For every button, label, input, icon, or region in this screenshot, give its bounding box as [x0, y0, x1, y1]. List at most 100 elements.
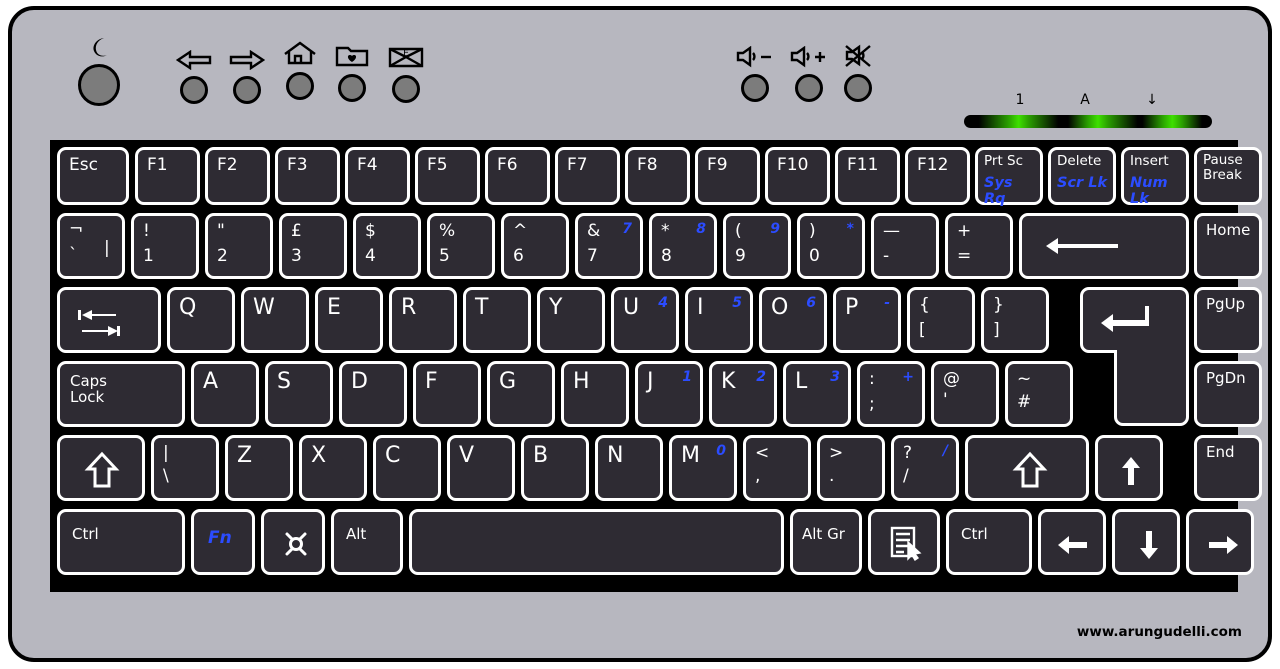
key-f11[interactable]: F11 — [835, 147, 900, 205]
key-f5[interactable]: F5 — [415, 147, 480, 205]
key-semicolon[interactable]: :; + — [857, 361, 925, 427]
mute-cap[interactable] — [844, 74, 872, 102]
key-d[interactable]: D — [339, 361, 407, 427]
key-1[interactable]: ! 1 — [131, 213, 199, 279]
key-p[interactable]: P- — [833, 287, 901, 353]
volume-down-button[interactable] — [735, 38, 775, 102]
key-arrow-left[interactable] — [1038, 509, 1106, 575]
key-ctrl-left[interactable]: Ctrl — [57, 509, 185, 575]
key-esc[interactable]: Esc — [57, 147, 129, 205]
key-9[interactable]: (9 9 — [723, 213, 791, 279]
back-button[interactable] — [176, 40, 212, 104]
key-end[interactable]: End — [1194, 435, 1262, 501]
key-f8[interactable]: F8 — [625, 147, 690, 205]
key-arrow-right[interactable] — [1186, 509, 1254, 575]
volume-up-button[interactable] — [789, 38, 829, 102]
key-fn[interactable]: Fn — [191, 509, 255, 575]
key-8[interactable]: * 8 8 — [649, 213, 717, 279]
key-bracket-left[interactable]: {[ — [907, 287, 975, 353]
key-f7[interactable]: F7 — [555, 147, 620, 205]
key-shift-right[interactable] — [965, 435, 1089, 501]
key-home[interactable]: Home — [1194, 213, 1262, 279]
mute-button[interactable] — [843, 38, 873, 102]
key-insert[interactable]: Insert Num Lk — [1121, 147, 1189, 207]
power-button[interactable] — [78, 32, 120, 106]
key-alt-left[interactable]: Alt — [331, 509, 403, 575]
key-v[interactable]: V — [447, 435, 515, 501]
key-tab[interactable] — [57, 287, 161, 353]
home-button-cap[interactable] — [286, 72, 314, 100]
key-arrow-up[interactable] — [1095, 435, 1163, 501]
favorites-button-cap[interactable] — [338, 74, 366, 102]
key-enter-stem[interactable] — [1114, 353, 1189, 426]
key-slash[interactable]: ? / / — [891, 435, 959, 501]
key-backspace[interactable] — [1019, 213, 1189, 279]
key-r[interactable]: R — [389, 287, 457, 353]
key-o[interactable]: O6 — [759, 287, 827, 353]
key-shift-left[interactable] — [57, 435, 145, 501]
volume-down-cap[interactable] — [741, 74, 769, 102]
key-hash[interactable]: ~ # — [1005, 361, 1073, 427]
key-enter[interactable] — [1080, 287, 1189, 353]
key-a[interactable]: A — [191, 361, 259, 427]
key-l[interactable]: L3 — [783, 361, 851, 427]
key-space[interactable] — [409, 509, 784, 575]
key-3[interactable]: £3 — [279, 213, 347, 279]
key-f2[interactable]: F2 — [205, 147, 270, 205]
volume-up-cap[interactable] — [795, 74, 823, 102]
key-7[interactable]: & 7 7 — [575, 213, 643, 279]
key-alt-gr[interactable]: Alt Gr — [790, 509, 862, 575]
key-i[interactable]: I5 — [685, 287, 753, 353]
key-f10[interactable]: F10 — [765, 147, 830, 205]
key-b[interactable]: B — [521, 435, 589, 501]
key-f4[interactable]: F4 — [345, 147, 410, 205]
key-f[interactable]: F — [413, 361, 481, 427]
key-delete[interactable]: Delete Scr Lk — [1048, 147, 1116, 205]
key-2[interactable]: " 2 — [205, 213, 273, 279]
forward-button-cap[interactable] — [233, 76, 261, 104]
key-c[interactable]: C — [373, 435, 441, 501]
email-button[interactable]: E — [388, 39, 424, 103]
key-g[interactable]: G — [487, 361, 555, 427]
key-f6[interactable]: F6 — [485, 147, 550, 205]
key-s[interactable]: S — [265, 361, 333, 427]
key-backslash[interactable]: | \ — [151, 435, 219, 501]
key-y[interactable]: Y — [537, 287, 605, 353]
email-button-cap[interactable] — [392, 75, 420, 103]
key-super[interactable] — [261, 509, 325, 575]
forward-button[interactable] — [229, 40, 265, 104]
key-print-screen[interactable]: Prt Sc Sys Rq — [975, 147, 1043, 207]
key-period[interactable]: >. — [817, 435, 885, 501]
key-arrow-down[interactable] — [1112, 509, 1180, 575]
key-5[interactable]: % 5 — [427, 213, 495, 279]
key-6[interactable]: ^ 6 — [501, 213, 569, 279]
key-pause-break[interactable]: Pause Break — [1194, 147, 1262, 205]
key-menu[interactable] — [868, 509, 940, 575]
key-n[interactable]: N — [595, 435, 663, 501]
key-equals[interactable]: + = — [945, 213, 1013, 279]
key-f9[interactable]: F9 — [695, 147, 760, 205]
key-m[interactable]: M0 — [669, 435, 737, 501]
key-w[interactable]: W — [241, 287, 309, 353]
key-e[interactable]: E — [315, 287, 383, 353]
favorites-button[interactable] — [335, 38, 369, 102]
key-h[interactable]: H — [561, 361, 629, 427]
key-page-down[interactable]: PgDn — [1194, 361, 1262, 427]
key-4[interactable]: $4 — [353, 213, 421, 279]
key-bracket-right[interactable]: }] — [981, 287, 1049, 353]
key-f3[interactable]: F3 — [275, 147, 340, 205]
key-k[interactable]: K2 — [709, 361, 777, 427]
key-apostrophe[interactable]: @ ' — [931, 361, 999, 427]
key-u[interactable]: U4 — [611, 287, 679, 353]
key-page-up[interactable]: PgUp — [1194, 287, 1262, 353]
key-minus[interactable]: — - — [871, 213, 939, 279]
key-z[interactable]: Z — [225, 435, 293, 501]
key-f12[interactable]: F12 — [905, 147, 970, 205]
key-ctrl-right[interactable]: Ctrl — [946, 509, 1032, 575]
home-button[interactable] — [282, 36, 318, 100]
key-f1[interactable]: F1 — [135, 147, 200, 205]
key-comma[interactable]: <, — [743, 435, 811, 501]
key-j[interactable]: J1 — [635, 361, 703, 427]
key-x[interactable]: X — [299, 435, 367, 501]
key-q[interactable]: Q — [167, 287, 235, 353]
